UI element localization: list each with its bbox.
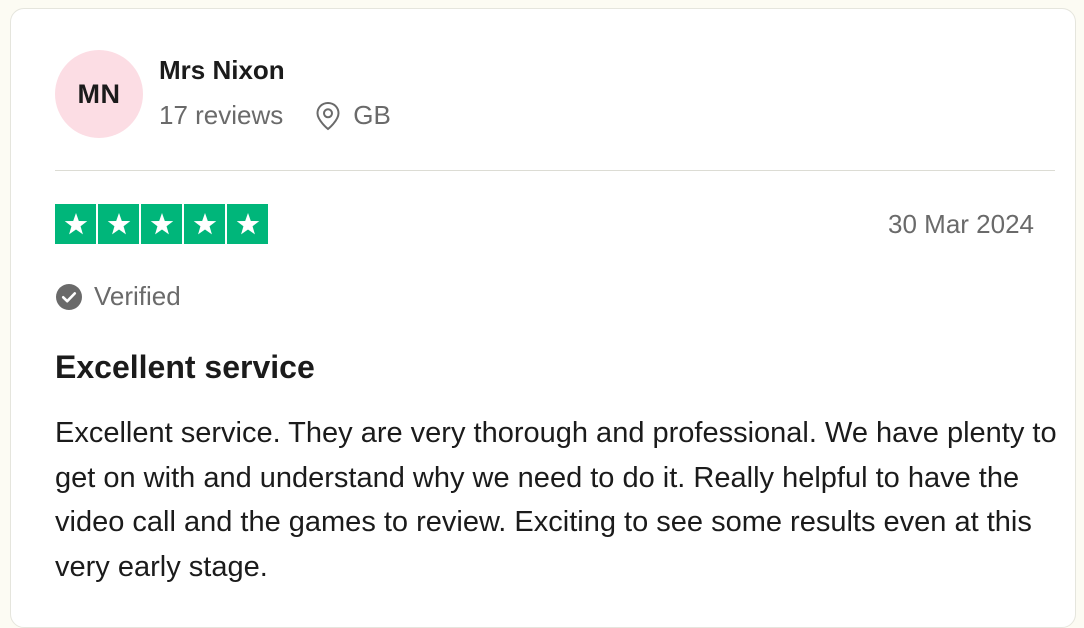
verified-check-icon: [55, 283, 83, 311]
divider: [55, 170, 1055, 171]
verified-label: Verified: [94, 281, 181, 311]
review-date: 30 Mar 2024: [888, 209, 1034, 239]
reviewer-meta: 17 reviews GB: [159, 100, 391, 131]
reviewer-country: GB: [353, 100, 391, 130]
star-icon: [98, 204, 139, 244]
reviewer-name[interactable]: Mrs Nixon: [159, 55, 285, 86]
verified-badge[interactable]: Verified: [55, 281, 181, 312]
star-icon: [141, 204, 182, 244]
avatar[interactable]: MN: [55, 50, 143, 138]
review-title[interactable]: Excellent service: [55, 349, 315, 386]
star-icon: [227, 204, 268, 244]
star-icon: [184, 204, 225, 244]
star-icon: [55, 204, 96, 244]
star-rating: [55, 204, 268, 244]
review-card: MN Mrs Nixon 17 reviews GB 30 Mar 2024 V…: [10, 8, 1076, 628]
review-body: Excellent service. They are very thoroug…: [55, 417, 1057, 583]
location-pin-icon: [315, 101, 341, 131]
reviews-count[interactable]: 17 reviews: [159, 100, 283, 131]
